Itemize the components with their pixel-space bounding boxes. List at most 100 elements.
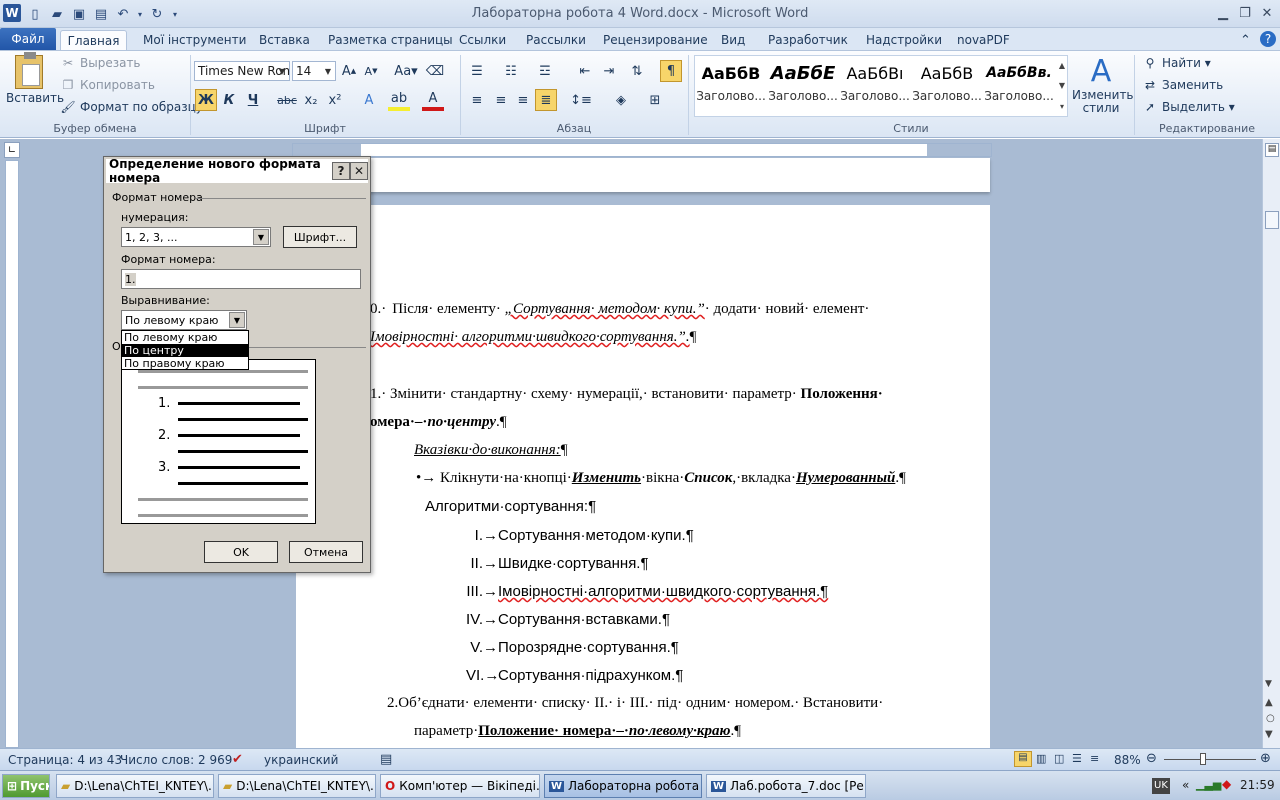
draft-icon[interactable]: ≡	[1090, 752, 1099, 765]
network-signal-icon[interactable]: ▁▃▅	[1196, 778, 1221, 791]
chevron-down-icon[interactable]: ▼	[1059, 81, 1065, 90]
print-layout-icon[interactable]: ▤	[1014, 751, 1032, 767]
tab-mailings[interactable]: Рассылки	[526, 30, 586, 50]
increase-indent-icon[interactable]: ⇥	[598, 60, 620, 82]
numbering-icon[interactable]: ☷	[500, 60, 522, 82]
next-page-icon[interactable]: ▼	[1265, 729, 1273, 740]
language[interactable]: украинский	[264, 753, 338, 767]
text-effects-icon[interactable]: A	[358, 89, 380, 111]
option-center[interactable]: По центру	[122, 344, 248, 357]
style-heading-4[interactable]: АаБбВ Заголово...	[912, 57, 982, 113]
find-button[interactable]: ⚲ Найти ▾	[1142, 55, 1211, 71]
help-icon[interactable]: ?	[1260, 31, 1276, 47]
option-right[interactable]: По правому краю	[122, 357, 248, 370]
style-heading-2[interactable]: АаБбЕ Заголово...	[768, 57, 838, 113]
tab-insert[interactable]: Вставка	[259, 30, 310, 50]
align-right-icon[interactable]: ≡	[512, 89, 534, 111]
show-marks-icon[interactable]: ¶	[660, 60, 682, 82]
outline-icon[interactable]: ☰	[1072, 752, 1082, 765]
italic-button[interactable]: К	[218, 89, 240, 111]
keyboard-language[interactable]: UK	[1152, 778, 1170, 794]
highlight-icon[interactable]: ab	[388, 89, 410, 111]
word-count[interactable]: Число слов: 2 969	[120, 753, 232, 767]
subscript-button[interactable]: x₂	[300, 89, 322, 111]
sort-icon[interactable]: ⇅	[626, 60, 648, 82]
ruler-toggle-icon[interactable]: ▤	[1265, 143, 1279, 157]
align-left-icon[interactable]: ≡	[466, 89, 488, 111]
change-styles-button[interactable]: A Изменить стили	[1072, 55, 1134, 115]
ok-button[interactable]: OK	[204, 541, 278, 563]
zoom-slider-thumb[interactable]	[1200, 753, 1206, 765]
more-icon[interactable]: ▾	[1060, 102, 1064, 111]
underline-button[interactable]: Ч	[242, 89, 264, 111]
chevron-down-icon[interactable]: ▼	[229, 312, 245, 328]
taskbar-item[interactable]: O Комп'ютер — Вікіпеді...	[380, 774, 540, 798]
chevron-down-icon[interactable]: ▼	[253, 229, 269, 245]
prev-page-icon[interactable]: ▲	[1265, 697, 1273, 708]
alignment-dropdown-list[interactable]: По левому краю По центру По правому краю	[121, 330, 249, 370]
cancel-button[interactable]: Отмена	[289, 541, 363, 563]
change-case-icon[interactable]: Aa▾	[392, 60, 420, 82]
taskbar-item[interactable]: ▰ D:\Lena\ChTEI_KNTEY\...	[56, 774, 214, 798]
tab-references[interactable]: Ссылки	[459, 30, 506, 50]
borders-icon[interactable]: ⊞	[644, 89, 666, 111]
web-layout-icon[interactable]: ◫	[1054, 752, 1064, 765]
tab-home[interactable]: Главная	[60, 30, 127, 50]
select-button[interactable]: ➚ Выделить ▾	[1142, 99, 1235, 115]
page-counter[interactable]: Страница: 4 из 43	[8, 753, 122, 767]
font-color-icon[interactable]: A	[422, 89, 444, 111]
chevron-up-icon[interactable]: ▲	[1059, 61, 1065, 70]
tab-file[interactable]: Файл	[0, 28, 56, 50]
align-center-icon[interactable]: ≡	[490, 89, 512, 111]
format-painter-button[interactable]: 🖌 Формат по образцу	[60, 99, 203, 115]
strikethrough-button[interactable]: abc	[276, 89, 298, 111]
alignment-select[interactable]: По левому краю ▼	[121, 310, 247, 330]
copy-button[interactable]: ❐ Копировать	[60, 77, 155, 93]
taskbar-item[interactable]: W Лаб.робота_7.doc [Ре...	[706, 774, 866, 798]
option-left[interactable]: По левому краю	[122, 331, 248, 344]
line-spacing-icon[interactable]: ↕≡	[570, 89, 592, 111]
styles-scroll[interactable]: ▲ ▼ ▾	[1056, 55, 1068, 117]
horizontal-ruler[interactable]	[292, 143, 992, 157]
shading-icon[interactable]: ◈	[610, 89, 632, 111]
browse-object-icon[interactable]: ○	[1266, 713, 1275, 724]
dialog-close-button[interactable]: ✕	[350, 162, 368, 180]
taskbar-item[interactable]: ▰ D:\Lena\ChTEI_KNTEY\...	[218, 774, 376, 798]
bold-button[interactable]: Ж	[195, 89, 217, 111]
decrease-indent-icon[interactable]: ⇤	[574, 60, 596, 82]
macro-icon[interactable]: ▤	[380, 752, 392, 767]
font-size-combo[interactable]: 14 ▼	[292, 61, 336, 81]
style-heading-5[interactable]: АаБбВв. Заголово...	[984, 57, 1054, 113]
zoom-slider[interactable]	[1164, 759, 1256, 760]
grow-font-icon[interactable]: A ▲	[338, 60, 360, 82]
numbering-style-select[interactable]: 1, 2, 3, ... ▼	[121, 227, 271, 247]
shrink-font-icon[interactable]: A ▼	[360, 60, 382, 82]
tab-selector-icon[interactable]: ∟	[4, 142, 20, 158]
scroll-thumb[interactable]	[1265, 211, 1279, 229]
tab-my-tools[interactable]: Мої інструменти	[143, 30, 246, 50]
replace-button[interactable]: ⇄ Заменить	[1142, 77, 1223, 93]
proofing-icon[interactable]: ✔	[232, 752, 243, 767]
clock[interactable]: 21:59	[1240, 778, 1275, 792]
style-heading-3[interactable]: АаБбВı Заголово...	[840, 57, 910, 113]
full-screen-icon[interactable]: ▥	[1036, 752, 1046, 765]
paste-button[interactable]: Вставить	[6, 52, 64, 113]
superscript-button[interactable]: x²	[324, 89, 346, 111]
dialog-help-button[interactable]: ?	[332, 162, 350, 180]
tray-warning-icon[interactable]: ◆	[1222, 777, 1231, 791]
zoom-in-icon[interactable]: ⊕	[1260, 751, 1271, 766]
cut-button[interactable]: ✂ Вырезать	[60, 55, 141, 71]
font-name-combo[interactable]: Times New Rom ▼	[194, 61, 290, 81]
minimize-icon[interactable]: ▁	[1212, 4, 1234, 22]
taskbar-item-active[interactable]: W Лабораторна робота ...	[544, 774, 702, 798]
tab-page-layout[interactable]: Разметка страницы	[328, 30, 453, 50]
tab-view[interactable]: Вид	[721, 30, 745, 50]
tab-addins[interactable]: Надстройки	[866, 30, 942, 50]
document-page[interactable]: 0.· Після· елементу· „Сортування· методо…	[296, 205, 990, 765]
ribbon-minimize-icon[interactable]: ⌃	[1240, 30, 1251, 50]
tab-developer[interactable]: Разработчик	[768, 30, 848, 50]
zoom-level[interactable]: 88%	[1114, 753, 1141, 767]
tray-expand-icon[interactable]: «	[1182, 778, 1189, 792]
start-button[interactable]: ⊞ Пуск	[2, 774, 50, 798]
tab-review[interactable]: Рецензирование	[603, 30, 708, 50]
